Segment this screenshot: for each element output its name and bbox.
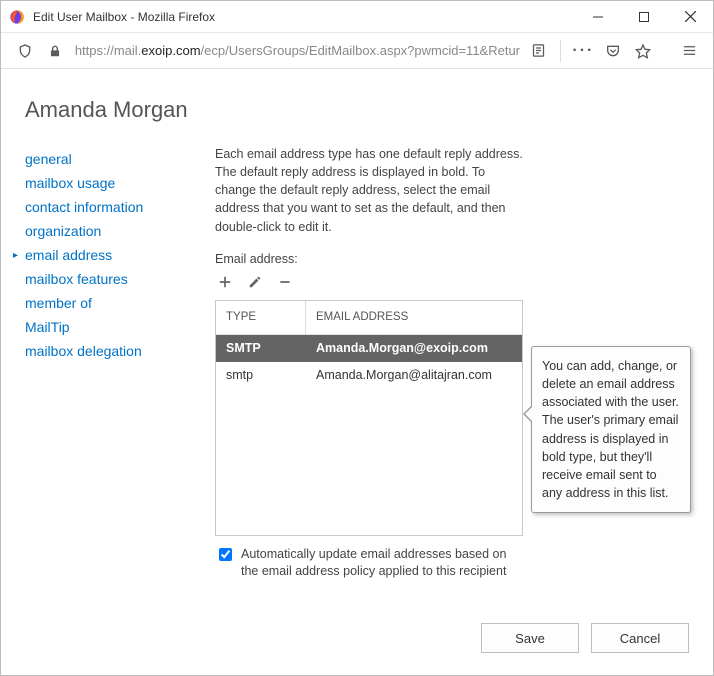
sidebar-nav: generalmailbox usagecontact informationo…: [25, 145, 205, 581]
maximize-button[interactable]: [621, 1, 667, 33]
url-pre: https://mail.: [75, 43, 141, 58]
table-body: SMTPAmanda.Morgan@exoip.comsmtpAmanda.Mo…: [216, 335, 522, 389]
cell-type: smtp: [216, 368, 306, 382]
url-post: /ecp/UsersGroups/EditMailbox.aspx?pwmcid…: [201, 43, 520, 58]
intro-text: Each email address type has one default …: [215, 145, 525, 236]
add-icon[interactable]: [215, 272, 235, 292]
separator: [560, 40, 561, 62]
cell-address: Amanda.Morgan@alitajran.com: [306, 368, 522, 382]
window-title: Edit User Mailbox - Mozilla Firefox: [33, 10, 215, 24]
window: Edit User Mailbox - Mozilla Firefox: [0, 0, 714, 676]
auto-update-label[interactable]: Automatically update email addresses bas…: [241, 546, 523, 581]
reader-mode-icon[interactable]: [525, 37, 553, 65]
close-button[interactable]: [667, 1, 713, 33]
header-type: TYPE: [216, 301, 306, 334]
auto-update-checkbox[interactable]: [219, 548, 232, 561]
lock-icon[interactable]: [41, 37, 69, 65]
table-row[interactable]: smtpAmanda.Morgan@alitajran.com: [216, 362, 522, 389]
edit-icon[interactable]: [245, 272, 265, 292]
sidebar-item-mailbox-delegation[interactable]: mailbox delegation: [25, 339, 205, 363]
auto-update-row: Automatically update email addresses bas…: [215, 546, 523, 581]
sidebar-item-general[interactable]: general: [25, 147, 205, 171]
header-address: EMAIL ADDRESS: [306, 311, 522, 323]
sidebar-item-contact-information[interactable]: contact information: [25, 195, 205, 219]
table-header: TYPE EMAIL ADDRESS: [216, 301, 522, 335]
cell-type: SMTP: [216, 341, 306, 355]
help-tooltip: You can add, change, or delete an email …: [531, 346, 691, 513]
sidebar-item-MailTip[interactable]: MailTip: [25, 315, 205, 339]
url-input[interactable]: https://mail.exoip.com/ecp/UsersGroups/E…: [71, 43, 523, 58]
footer-buttons: Save Cancel: [481, 623, 689, 653]
table-row[interactable]: SMTPAmanda.Morgan@exoip.com: [216, 335, 522, 362]
firefox-icon: [9, 9, 25, 25]
cancel-button[interactable]: Cancel: [591, 623, 689, 653]
remove-icon[interactable]: [275, 272, 295, 292]
sidebar-item-organization[interactable]: organization: [25, 219, 205, 243]
save-button[interactable]: Save: [481, 623, 579, 653]
cell-address: Amanda.Morgan@exoip.com: [306, 341, 522, 355]
tracking-shield-icon[interactable]: [11, 37, 39, 65]
sidebar-item-mailbox-features[interactable]: mailbox features: [25, 267, 205, 291]
sidebar-item-email-address[interactable]: email address: [25, 243, 205, 267]
url-bar: https://mail.exoip.com/ecp/UsersGroups/E…: [1, 33, 713, 69]
titlebar: Edit User Mailbox - Mozilla Firefox: [1, 1, 713, 33]
sidebar-item-mailbox-usage[interactable]: mailbox usage: [25, 171, 205, 195]
bookmark-star-icon[interactable]: [629, 37, 657, 65]
email-table: TYPE EMAIL ADDRESS SMTPAmanda.Morgan@exo…: [215, 300, 523, 536]
page-actions-icon[interactable]: ···: [569, 37, 597, 65]
sidebar-item-member-of[interactable]: member of: [25, 291, 205, 315]
url-host: exoip.com: [141, 43, 200, 58]
email-address-label: Email address:: [215, 252, 689, 266]
hamburger-menu-icon[interactable]: [675, 37, 703, 65]
page-title: Amanda Morgan: [25, 97, 689, 123]
pocket-icon[interactable]: [599, 37, 627, 65]
window-controls: [575, 1, 713, 33]
minimize-button[interactable]: [575, 1, 621, 33]
email-toolbar: [215, 272, 689, 292]
